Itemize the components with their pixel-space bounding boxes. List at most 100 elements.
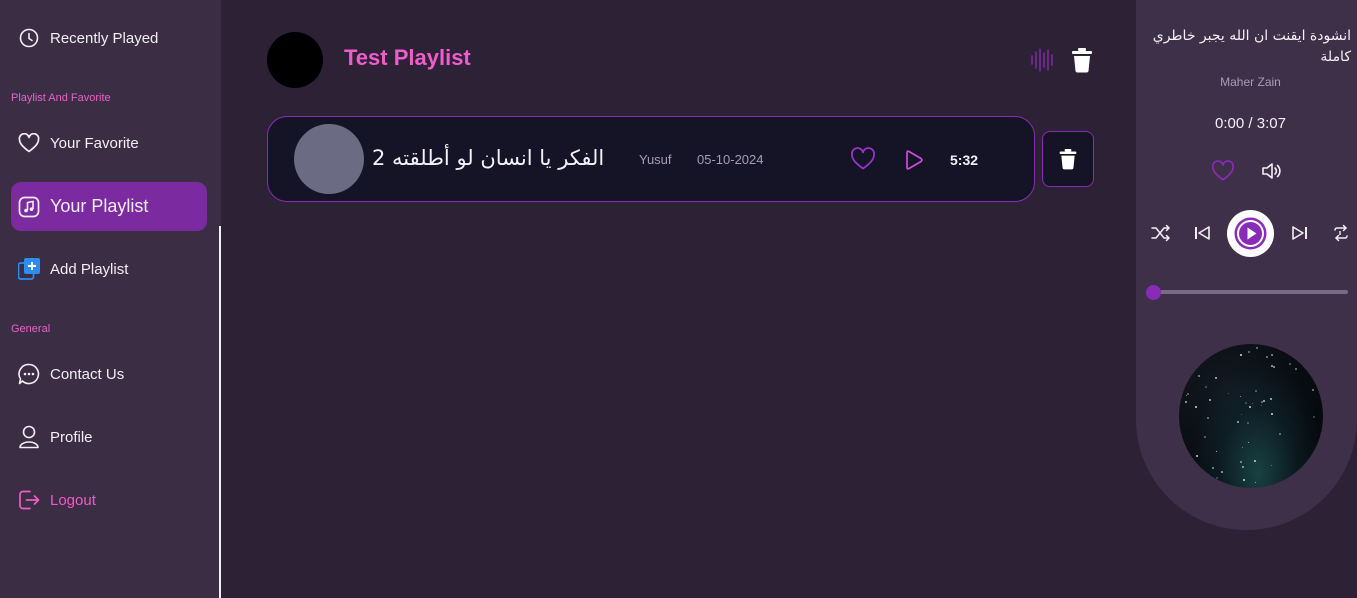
star-dot — [1245, 402, 1247, 404]
star-dot — [1237, 421, 1239, 423]
star-dot — [1221, 471, 1223, 473]
star-dot — [1271, 465, 1272, 466]
trash-icon — [1072, 48, 1092, 73]
star-dot — [1242, 447, 1243, 448]
star-dot — [1215, 377, 1217, 379]
user-icon — [18, 425, 40, 449]
star-dot — [1249, 406, 1251, 408]
heart-icon[interactable] — [850, 147, 876, 173]
star-dot — [1266, 356, 1268, 358]
star-dot — [1182, 365, 1184, 367]
star-dot — [1255, 482, 1256, 483]
star-dot — [1289, 363, 1291, 365]
star-dot — [1252, 403, 1253, 404]
sound-wave-icon[interactable] — [1030, 47, 1056, 73]
song-title: الفكر يا انسان لو أطلقته 2 — [372, 146, 605, 170]
star-dot — [1271, 365, 1273, 367]
star-dot — [1256, 347, 1258, 349]
star-dot — [1203, 351, 1204, 352]
sidebar-item-label: Contact Us — [50, 365, 125, 383]
star-dot — [1255, 390, 1257, 392]
song-artist: Yusuf — [639, 152, 672, 167]
previous-icon[interactable] — [1191, 222, 1213, 244]
logout-icon — [18, 489, 40, 511]
sidebar-item-label: Your Favorite — [50, 134, 139, 152]
star-dot — [1187, 393, 1189, 395]
sidebar-item-label: Add Playlist — [50, 260, 129, 278]
seek-bar[interactable] — [1152, 290, 1348, 294]
sidebar-item-profile[interactable]: Profile — [11, 417, 207, 457]
star-dot — [1240, 461, 1242, 463]
delete-playlist-button[interactable] — [1070, 47, 1094, 73]
star-dot — [1202, 349, 1204, 351]
sidebar-item-label: Logout — [50, 491, 96, 509]
music-note-square-icon — [18, 196, 40, 218]
star-dot — [1261, 405, 1262, 406]
playlist-cover — [267, 32, 323, 88]
star-dot — [1240, 396, 1241, 397]
playlist-title: Test Playlist — [344, 45, 471, 70]
section-heading-playlist: Playlist And Favorite — [11, 92, 111, 104]
sidebar-item-label: Profile — [50, 428, 93, 446]
sidebar-item-your-playlist[interactable]: Your Playlist — [11, 182, 207, 231]
star-dot — [1248, 351, 1250, 353]
star-dot — [1295, 368, 1297, 370]
star-dot — [1273, 366, 1275, 368]
star-dot — [1185, 401, 1187, 403]
heart-icon — [18, 132, 40, 154]
star-dot — [1241, 414, 1242, 415]
song-duration: 5:32 — [950, 152, 979, 168]
star-dot — [1270, 398, 1272, 400]
clock-icon — [18, 27, 40, 49]
star-dot — [1202, 481, 1204, 483]
star-dot — [1209, 399, 1211, 401]
now-playing-time: 0:00 / 3:07 — [1215, 115, 1286, 132]
sidebar-item-label: Recently Played — [50, 29, 159, 47]
star-dot — [1242, 466, 1244, 468]
star-dot — [1195, 406, 1197, 408]
star-dot — [1243, 479, 1245, 481]
now-playing-panel: انشودة ايقنت ان الله يجبر خاطري كاملة Ma… — [1136, 0, 1357, 598]
star-dot — [1198, 375, 1200, 377]
star-dot — [1189, 467, 1191, 469]
star-dot — [1271, 354, 1273, 356]
star-dot — [1271, 413, 1273, 415]
trash-icon — [1059, 149, 1077, 170]
seek-handle[interactable] — [1146, 285, 1161, 300]
star-dot — [1279, 433, 1281, 435]
next-icon[interactable] — [1289, 222, 1311, 244]
now-playing-title: انشودة ايقنت ان الله يجبر خاطري كاملة — [1152, 28, 1351, 65]
star-dot — [1247, 422, 1249, 424]
play-icon — [1234, 217, 1267, 250]
sidebar-item-label: Your Playlist — [50, 196, 149, 216]
star-dot — [1263, 400, 1265, 402]
star-dot — [1186, 395, 1187, 396]
volume-icon[interactable] — [1261, 161, 1285, 183]
star-dot — [1254, 460, 1256, 462]
star-dot — [1216, 451, 1217, 452]
delete-song-button[interactable] — [1042, 131, 1094, 187]
star-dot — [1216, 477, 1218, 479]
star-dot — [1240, 354, 1242, 356]
star-dot — [1308, 464, 1310, 466]
sidebar-item-your-favorite[interactable]: Your Favorite — [11, 123, 207, 163]
star-dot — [1205, 386, 1207, 388]
play-icon[interactable] — [901, 148, 925, 172]
sidebar-item-recently-played[interactable]: Recently Played — [11, 18, 207, 58]
star-dot — [1212, 467, 1214, 469]
song-date: 05-10-2024 — [697, 152, 764, 167]
shuffle-icon[interactable] — [1150, 222, 1172, 244]
song-thumbnail — [294, 124, 364, 194]
sidebar-item-contact-us[interactable]: Contact Us — [11, 354, 207, 394]
now-playing-artist: Maher Zain — [1220, 75, 1281, 89]
heart-icon[interactable] — [1211, 160, 1235, 184]
repeat-icon[interactable] — [1330, 222, 1352, 244]
play-pause-button[interactable] — [1227, 210, 1274, 257]
table-row[interactable]: الفكر يا انسان لو أطلقته 2 Yusuf 05-10-2… — [267, 116, 1035, 202]
star-dot — [1313, 416, 1315, 418]
star-dot — [1312, 389, 1314, 391]
add-playlist-icon — [18, 258, 40, 280]
sidebar-item-add-playlist[interactable]: Add Playlist — [11, 249, 207, 289]
sidebar-item-logout[interactable]: Logout — [11, 480, 207, 520]
playlist-main: Test Playlist الفكر يا انسان لو أطلقته 2… — [221, 0, 1136, 598]
